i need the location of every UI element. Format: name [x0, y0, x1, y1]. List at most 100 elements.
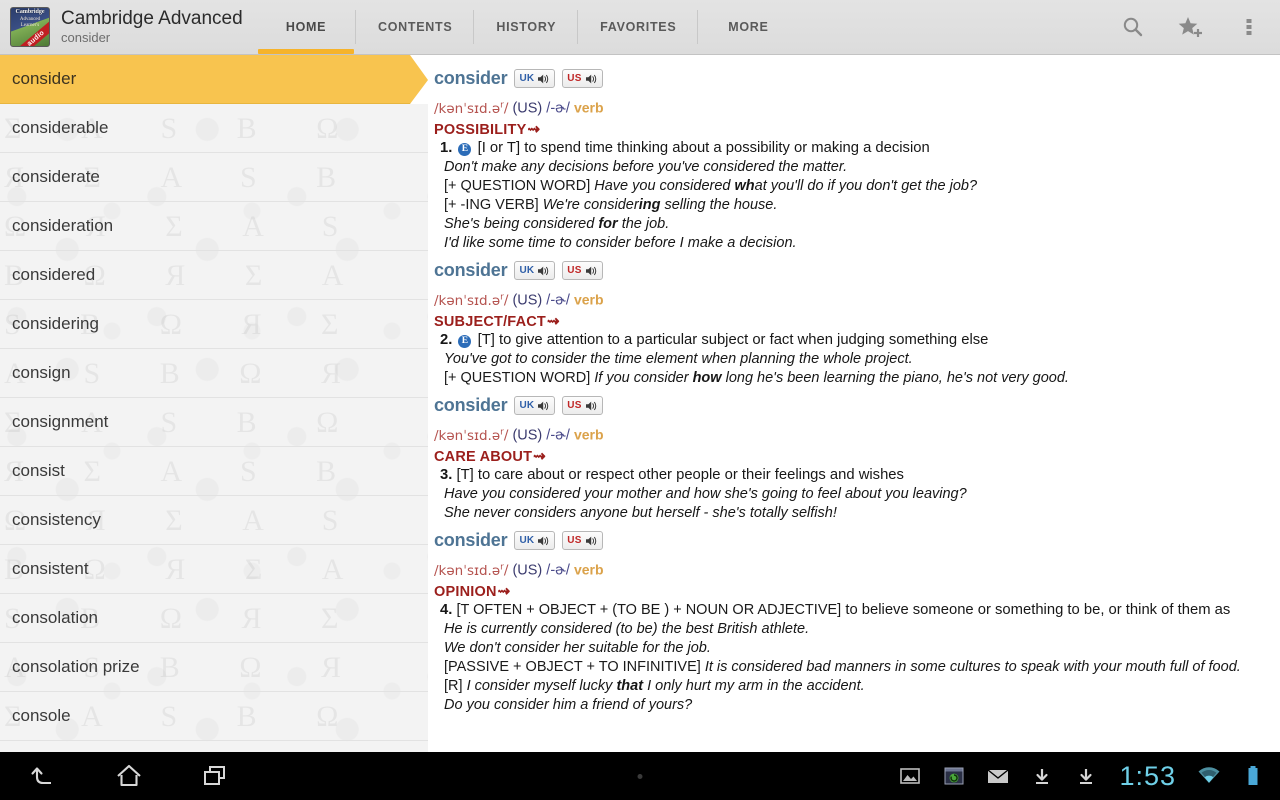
- example: She's being considered for the job.: [444, 215, 1272, 234]
- headword: consider: [434, 395, 507, 416]
- list-item[interactable]: consist: [0, 447, 428, 496]
- action-bar-buttons: [1116, 0, 1280, 54]
- entry-header: consider UK US: [434, 530, 1272, 551]
- wifi-icon[interactable]: [1196, 763, 1222, 789]
- guideword: SUBJECT/FACT⇝: [434, 312, 1272, 330]
- list-item[interactable]: consignment: [0, 398, 428, 447]
- search-icon[interactable]: [1116, 10, 1150, 44]
- example: [+ QUESTION WORD] Have you considered wh…: [444, 177, 1272, 196]
- headword: consider: [434, 68, 507, 89]
- sense-grammar: [T OFTEN + OBJECT + (TO BE ) + NOUN OR A…: [456, 602, 841, 618]
- pronunciation-line: /kənˈsɪd.ər/ (US) /-ɚ/ verb: [434, 557, 1272, 581]
- sense-number: 2.: [440, 332, 452, 348]
- android-navigation-bar: 1:53: [0, 752, 1280, 800]
- list-item[interactable]: console: [0, 692, 428, 741]
- us-marker: (US): [512, 428, 542, 444]
- list-item-label: console: [12, 706, 71, 726]
- list-item-label: consist: [12, 461, 65, 481]
- list-item[interactable]: consign: [0, 349, 428, 398]
- overflow-menu-icon[interactable]: [1232, 10, 1266, 44]
- tab-home[interactable]: HOME: [256, 0, 356, 54]
- pronunciation-line: /kənˈsɪd.ər/ (US) /-ɚ/ verb: [434, 422, 1272, 446]
- us-marker: (US): [512, 563, 542, 579]
- dictionary-entry: consider UK US /kənˈsɪd.ər/ (US) /-ɚ/ ve…: [432, 260, 1272, 388]
- dictionary-entry: consider UK US /kənˈsɪd.ər/ (US) /-ɚ/ ve…: [432, 395, 1272, 523]
- us-audio-button[interactable]: US: [562, 531, 602, 550]
- uk-ipa-close: /: [504, 428, 509, 444]
- entry-header: consider UK US: [434, 260, 1272, 281]
- list-item-label: consolation prize: [12, 657, 140, 677]
- app-branding[interactable]: Cambridge Advanced Learner's audio Cambr…: [0, 0, 250, 54]
- word-list[interactable]: A S B Ω Я Σ A S B Ω Я Σ A S B Ω Я Σ A S …: [0, 55, 428, 752]
- us-audio-button[interactable]: US: [562, 396, 602, 415]
- app-icon: Cambridge Advanced Learner's audio: [10, 7, 50, 47]
- app-root: Cambridge Advanced Learner's audio Cambr…: [0, 0, 1280, 800]
- guideword: CARE ABOUT⇝: [434, 447, 1272, 465]
- recent-apps-icon[interactable]: [194, 758, 236, 794]
- sense-definition: to care about or respect other people or…: [478, 467, 904, 483]
- part-of-speech: verb: [574, 100, 604, 116]
- list-item[interactable]: considerable: [0, 104, 428, 153]
- list-item[interactable]: consistency: [0, 496, 428, 545]
- pronunciation-line: /kənˈsɪd.ər/ (US) /-ɚ/ verb: [434, 287, 1272, 311]
- selection-notch: [410, 55, 428, 104]
- us-audio-button[interactable]: US: [562, 69, 602, 88]
- uk-audio-button[interactable]: UK: [514, 531, 555, 550]
- uk-ipa-close: /: [504, 293, 509, 309]
- us-audio-label: US: [567, 400, 581, 411]
- download-icon[interactable]: [1073, 763, 1099, 789]
- tab-contents[interactable]: CONTENTS: [356, 0, 474, 54]
- entry-header: consider UK US: [434, 395, 1272, 416]
- us-marker: (US): [512, 293, 542, 309]
- tab-favorites[interactable]: FAVORITES: [578, 0, 698, 54]
- uk-ipa: /kənˈsɪd.ər: [434, 293, 504, 309]
- dictionary-entry: consider UK US /kənˈsɪd.ər/ (US) /-ɚ/ ve…: [432, 68, 1272, 253]
- uk-audio-label: UK: [519, 265, 534, 276]
- speaker-icon: [537, 535, 550, 547]
- speaker-icon: [537, 400, 550, 412]
- list-item-label: considerate: [12, 167, 100, 187]
- us-ipa: /-ɚ/: [546, 428, 570, 444]
- list-item[interactable]: consider: [0, 55, 428, 104]
- uk-audio-label: UK: [519, 400, 534, 411]
- tab-more-label: MORE: [728, 20, 768, 34]
- status-clock[interactable]: 1:53: [1117, 761, 1178, 792]
- list-item[interactable]: consolation: [0, 594, 428, 643]
- example: He is currently considered (to be) the b…: [444, 620, 1272, 639]
- example: I'd like some time to consider before I …: [444, 234, 1272, 253]
- battery-icon[interactable]: [1240, 763, 1266, 789]
- tab-more[interactable]: MORE: [698, 0, 798, 54]
- us-audio-button[interactable]: US: [562, 261, 602, 280]
- mail-icon[interactable]: [985, 763, 1011, 789]
- add-favorite-icon[interactable]: [1174, 10, 1208, 44]
- app-title-block: Cambridge Advanced consider: [61, 8, 243, 46]
- sense-number: 3.: [440, 467, 452, 483]
- guideword-arrow-icon: ⇝: [527, 120, 540, 138]
- uk-audio-button[interactable]: UK: [514, 261, 555, 280]
- example: [R] I consider myself lucky that I only …: [444, 677, 1272, 696]
- back-icon[interactable]: [22, 758, 64, 794]
- tab-history[interactable]: HISTORY: [474, 0, 578, 54]
- list-item[interactable]: consolation prize: [0, 643, 428, 692]
- example: [+ QUESTION WORD] If you consider how lo…: [444, 369, 1272, 388]
- list-item[interactable]: consistent: [0, 545, 428, 594]
- uk-audio-button[interactable]: UK: [514, 69, 555, 88]
- dictionary-content[interactable]: consider UK US /kənˈsɪd.ər/ (US) /-ɚ/ ve…: [428, 55, 1280, 752]
- gallery-icon[interactable]: [897, 763, 923, 789]
- example-list: Don't make any decisions before you've c…: [444, 158, 1272, 253]
- sense: 4. [T OFTEN + OBJECT + (TO BE ) + NOUN O…: [440, 601, 1272, 621]
- dictionary-entry: consider UK US /kənˈsɪd.ər/ (US) /-ɚ/ ve…: [432, 530, 1272, 715]
- list-item[interactable]: consideration: [0, 202, 428, 251]
- list-item[interactable]: considered: [0, 251, 428, 300]
- sense-grammar: [I or T]: [478, 140, 520, 156]
- list-item-label: consign: [12, 363, 71, 383]
- home-icon[interactable]: [108, 758, 150, 794]
- screenshot-app-icon[interactable]: [941, 763, 967, 789]
- download-icon[interactable]: [1029, 763, 1055, 789]
- list-item[interactable]: considering: [0, 300, 428, 349]
- sense-grammar: [T]: [456, 467, 473, 483]
- tab-bar: HOME CONTENTS HISTORY FAVORITES MORE: [256, 0, 798, 54]
- list-item[interactable]: considerate: [0, 153, 428, 202]
- us-ipa: /-ɚ/: [546, 563, 570, 579]
- uk-audio-button[interactable]: UK: [514, 396, 555, 415]
